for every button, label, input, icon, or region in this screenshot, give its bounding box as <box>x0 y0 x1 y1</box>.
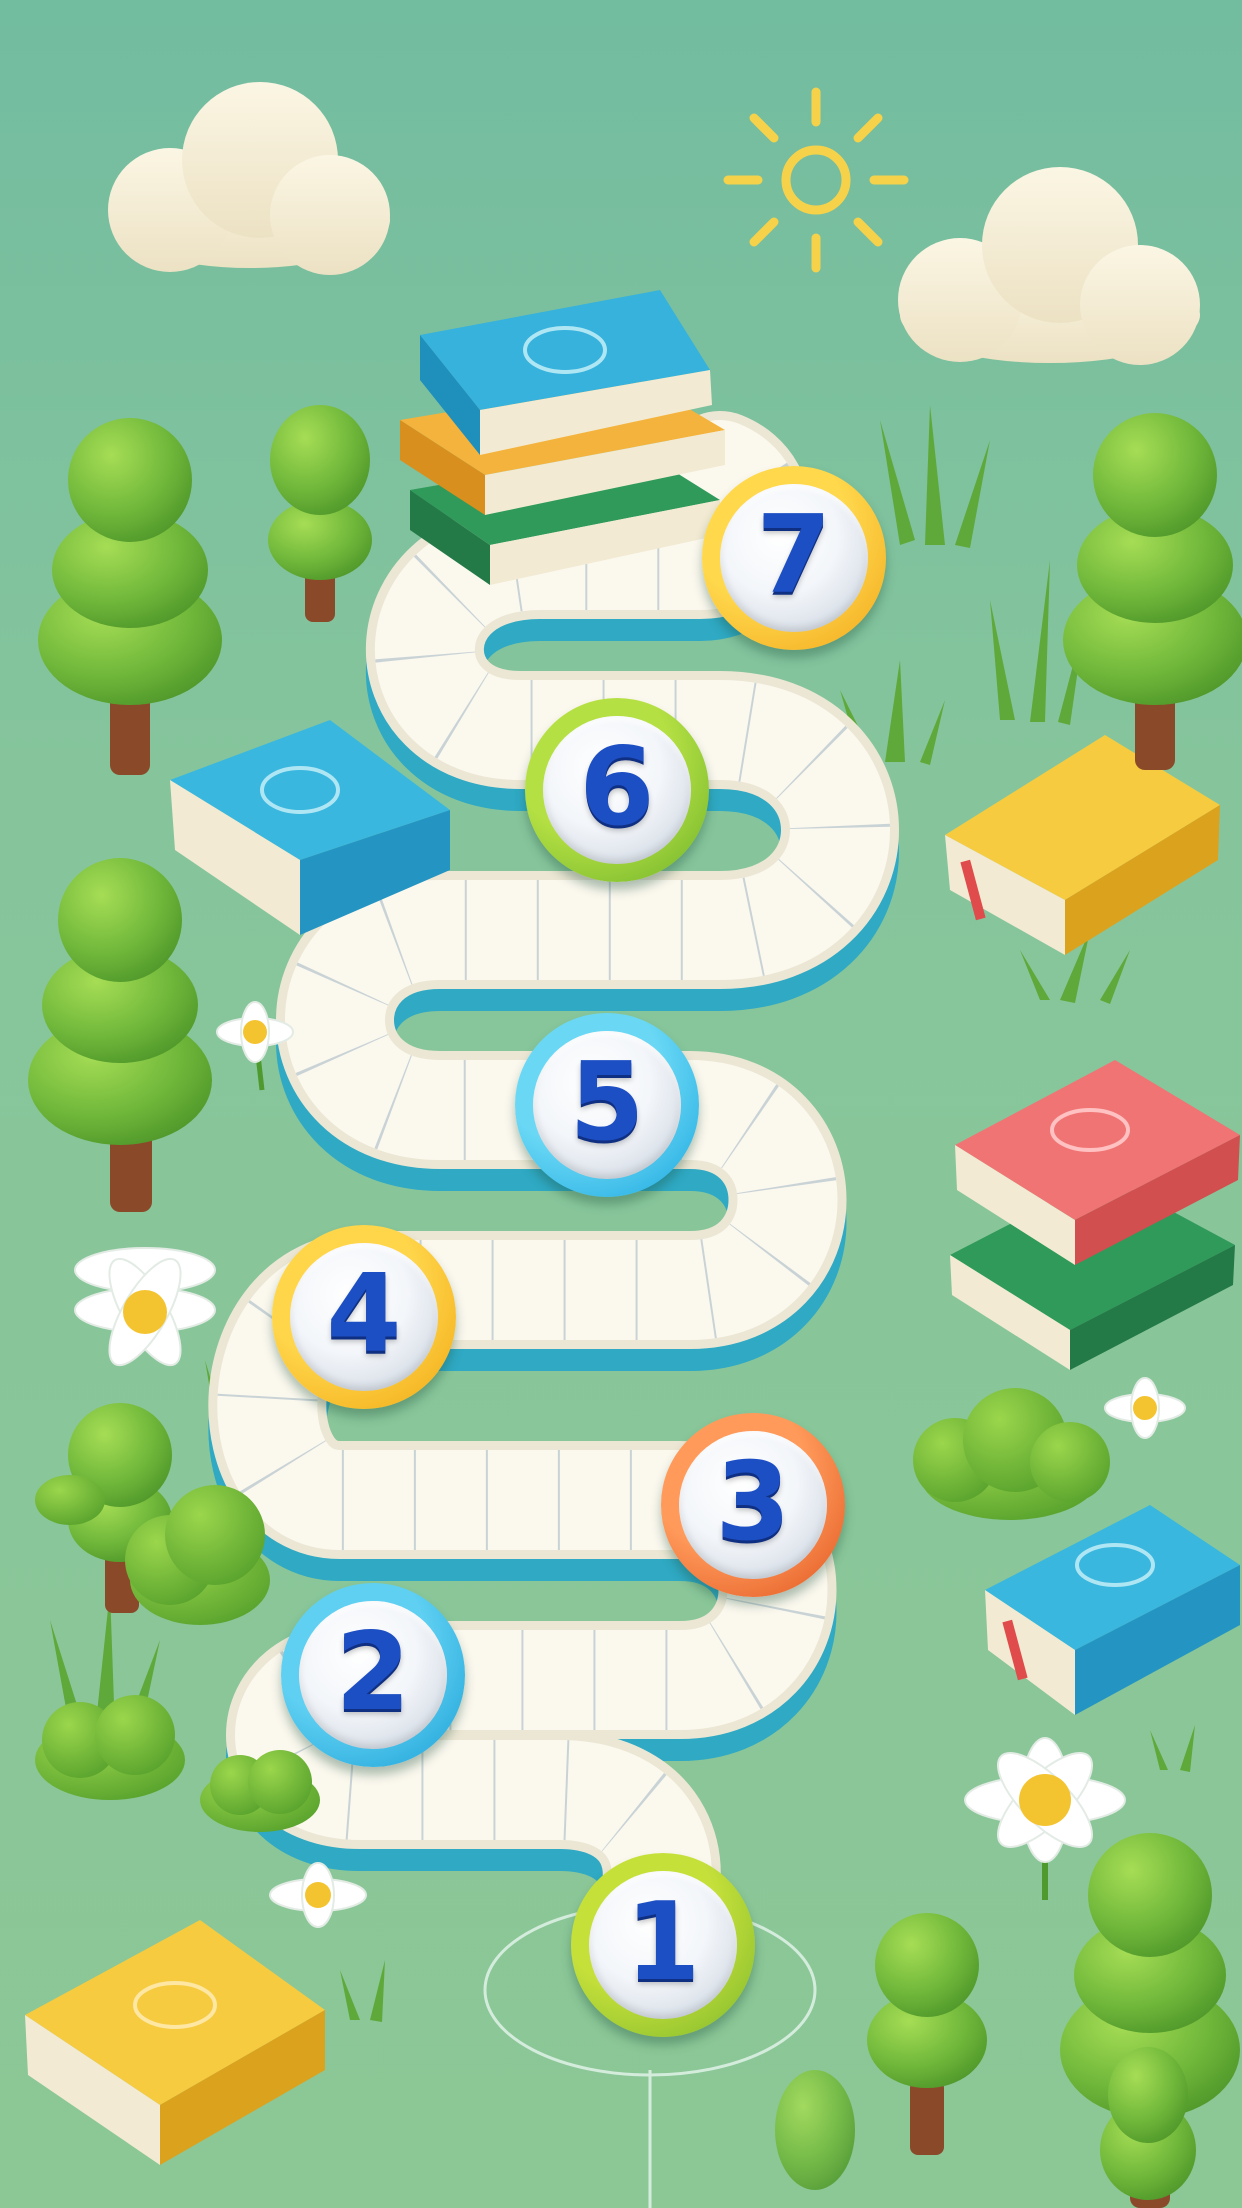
bush-icon <box>35 1695 185 1800</box>
level-5-button[interactable]: 5 <box>515 1013 699 1197</box>
level-6-number: 6 <box>579 725 655 850</box>
level-7-face: 7 <box>720 484 868 632</box>
tree-icon <box>1100 2047 1196 2200</box>
level-2-button[interactable]: 2 <box>281 1583 465 1767</box>
level-7-button[interactable]: 7 <box>702 466 886 650</box>
level-2-face: 2 <box>299 1601 447 1749</box>
book-stack-icon <box>400 290 725 585</box>
level-3-face: 3 <box>679 1431 827 1579</box>
level-1-face: 1 <box>589 1871 737 2019</box>
level-5-face: 5 <box>533 1031 681 1179</box>
level-6-face: 6 <box>543 716 691 864</box>
level-1-number: 1 <box>625 1880 701 2005</box>
level-3-number: 3 <box>715 1440 791 1565</box>
level-7-number: 7 <box>756 493 832 618</box>
tree-icon <box>775 2070 855 2190</box>
level-4-face: 4 <box>290 1243 438 1391</box>
level-1-button[interactable]: 1 <box>571 1853 755 2037</box>
level-2-number: 2 <box>335 1610 411 1735</box>
level-4-number: 4 <box>326 1252 402 1377</box>
level-4-button[interactable]: 4 <box>272 1225 456 1409</box>
level-3-button[interactable]: 3 <box>661 1413 845 1597</box>
level-5-number: 5 <box>569 1040 645 1165</box>
level-map-screen: 1 2 3 4 5 6 7 <box>0 0 1242 2208</box>
level-6-button[interactable]: 6 <box>525 698 709 882</box>
